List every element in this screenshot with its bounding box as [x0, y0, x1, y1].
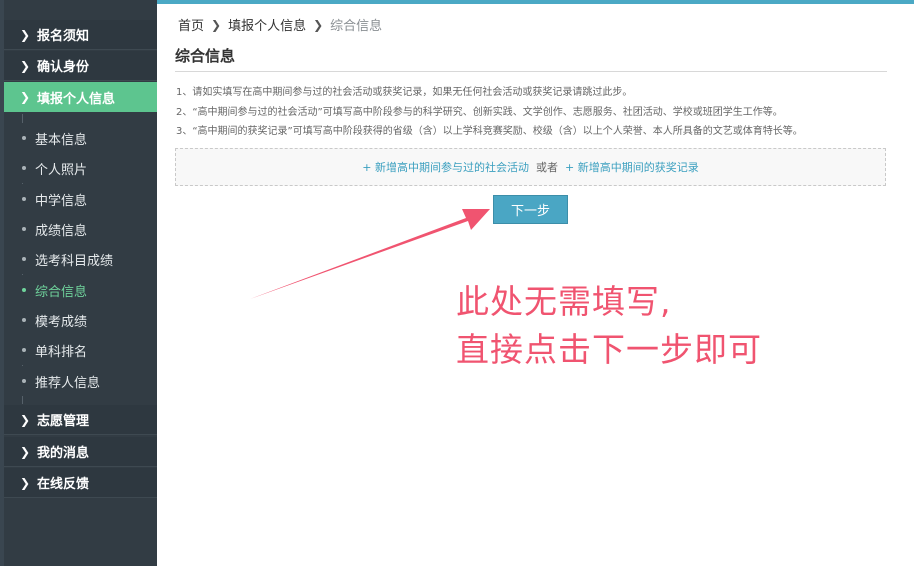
- sidebar-subitem-grades[interactable]: 成绩信息: [4, 214, 157, 244]
- sidebar-item-label: 报名须知: [37, 29, 90, 44]
- sidebar-subitem-label: 选考科目成绩: [35, 253, 114, 269]
- sidebar-item-messages[interactable]: ❯ 我的消息: [4, 437, 157, 467]
- annotation-text: 此处无需填写, 直接点击下一步即可: [456, 278, 762, 374]
- title-divider: [175, 71, 887, 72]
- instructions: 1、请如实填写在高中期间参与过的社会活动或获奖记录，如果无任何社会活动或获奖记录…: [176, 83, 888, 142]
- breadcrumb: 首页 ❯ 填报个人信息 ❯ 综合信息: [178, 15, 383, 35]
- breadcrumb-current: 综合信息: [330, 19, 383, 34]
- chevron-right-icon: ❯: [211, 17, 222, 32]
- chevron-right-icon: ❯: [20, 412, 31, 427]
- sidebar-subitem-elective-scores[interactable]: 选考科目成绩: [4, 244, 157, 274]
- bullet-icon: [22, 288, 26, 292]
- sidebar-subitem-label: 基本信息: [35, 132, 88, 148]
- next-step-button[interactable]: 下一步: [493, 195, 568, 224]
- chevron-right-icon: ❯: [20, 58, 31, 73]
- sidebar-item-registration-notice[interactable]: ❯ 报名须知: [4, 20, 157, 50]
- bullet-icon: [22, 227, 26, 231]
- chevron-right-icon: ❯: [20, 27, 31, 42]
- sidebar-subitem-photo[interactable]: 个人照片: [4, 153, 157, 183]
- sidebar-item-preferences[interactable]: ❯ 志愿管理: [4, 405, 157, 435]
- chevron-right-icon: ❯: [20, 444, 31, 459]
- sidebar-subitem-label: 成绩信息: [35, 223, 88, 239]
- sidebar-subitem-comprehensive-info[interactable]: 综合信息: [4, 275, 157, 305]
- add-award-link[interactable]: + 新增高中期间的获奖记录: [565, 159, 699, 175]
- add-records-box: + 新增高中期间参与过的社会活动 或者 + 新增高中期间的获奖记录: [175, 148, 886, 186]
- bullet-icon: [22, 166, 26, 170]
- sidebar-subitem-label: 模考成绩: [35, 314, 88, 330]
- annotation-line: 此处无需填写,: [456, 282, 672, 321]
- instruction-line: 1、请如实填写在高中期间参与过的社会活动或获奖记录，如果无任何社会活动或获奖记录…: [176, 87, 633, 98]
- sidebar-item-label: 我的消息: [37, 446, 90, 461]
- bullet-icon: [22, 379, 26, 383]
- bullet-icon: [22, 136, 26, 140]
- sidebar-subitem-mock-exam[interactable]: 模考成绩: [4, 305, 157, 335]
- sidebar-subitem-label: 中学信息: [35, 193, 88, 209]
- sidebar-item-label: 志愿管理: [37, 414, 90, 429]
- chevron-right-icon: ❯: [313, 17, 324, 32]
- sidebar-subitem-label: 推荐人信息: [35, 375, 101, 391]
- breadcrumb-parent[interactable]: 填报个人信息: [228, 15, 306, 34]
- sidebar-subitem-label: 综合信息: [35, 284, 88, 300]
- or-text: 或者: [536, 161, 558, 174]
- sidebar-item-label: 确认身份: [37, 60, 90, 75]
- page-title: 综合信息: [175, 47, 236, 65]
- chevron-down-icon: ❯: [20, 90, 31, 104]
- chevron-right-icon: ❯: [20, 475, 31, 490]
- add-activity-link[interactable]: + 新增高中期间参与过的社会活动: [362, 159, 529, 175]
- sidebar-subitem-label: 个人照片: [35, 162, 88, 178]
- instruction-line: 3、“高中期间的获奖记录”可填写高中阶段获得的省级（含）以上学科竞赛奖励、校级（…: [176, 126, 803, 137]
- sidebar-item-feedback[interactable]: ❯ 在线反馈: [4, 468, 157, 498]
- sidebar-item-personal-info[interactable]: ❯ 填报个人信息: [4, 82, 157, 112]
- sidebar-item-confirm-identity[interactable]: ❯ 确认身份: [4, 51, 157, 81]
- top-accent-bar: [157, 0, 914, 4]
- sidebar-subitem-school-info[interactable]: 中学信息: [4, 184, 157, 214]
- bullet-icon: [22, 348, 26, 352]
- sidebar-item-label: 在线反馈: [37, 477, 90, 492]
- sidebar: ❯ 报名须知 ❯ 确认身份 ❯ 填报个人信息 基本信息 个人照片 中学信息 成绩…: [0, 0, 157, 566]
- bullet-icon: [22, 257, 26, 261]
- sidebar-subitem-subject-rank[interactable]: 单科排名: [4, 335, 157, 365]
- sidebar-subitem-basic-info[interactable]: 基本信息: [4, 123, 157, 153]
- sidebar-item-label: 填报个人信息: [37, 91, 116, 107]
- bullet-icon: [22, 197, 26, 201]
- bullet-icon: [22, 318, 26, 322]
- instruction-line: 2、“高中期间参与过的社会活动”可填写高中阶段参与的科学研究、创新实践、文学创作…: [176, 106, 783, 118]
- sidebar-subitem-label: 单科排名: [35, 344, 88, 360]
- sidebar-subitem-referee-info[interactable]: 推荐人信息: [4, 366, 157, 396]
- annotation-line: 直接点击下一步即可: [456, 330, 762, 369]
- breadcrumb-home[interactable]: 首页: [178, 15, 204, 34]
